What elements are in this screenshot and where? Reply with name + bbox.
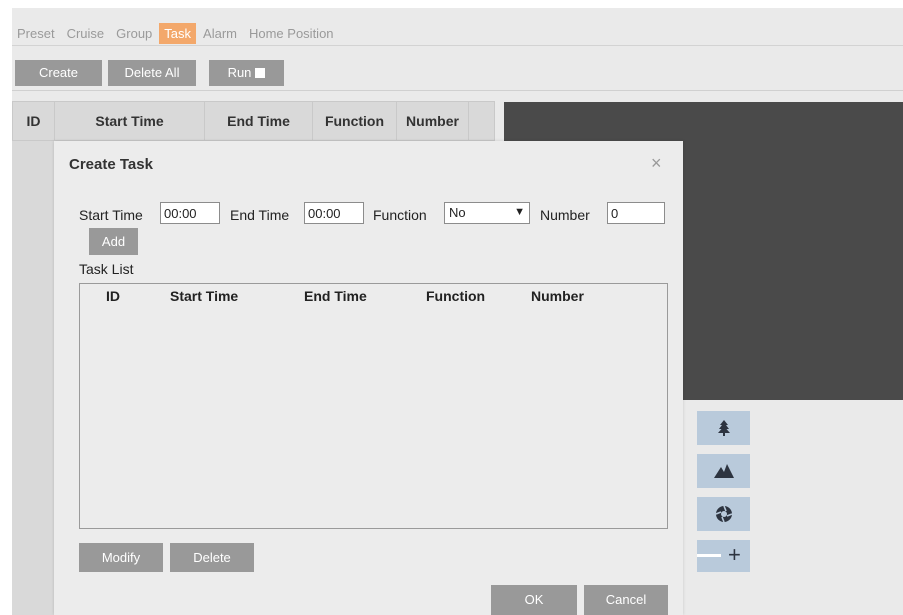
dialog-title: Create Task <box>69 156 153 173</box>
create-button[interactable]: Create <box>15 60 102 86</box>
column-header-end-time: End Time <box>205 102 313 140</box>
task-list-header-end-time: End Time <box>304 288 367 304</box>
delete-button[interactable]: Delete <box>170 543 254 572</box>
task-list-header-id: ID <box>106 288 120 304</box>
cancel-button[interactable]: Cancel <box>584 585 668 615</box>
start-time-label: Start Time <box>79 207 143 223</box>
number-input[interactable] <box>607 202 665 224</box>
number-label: Number <box>540 207 590 223</box>
task-list-header-number: Number <box>531 288 584 304</box>
toolbar-divider <box>12 90 903 91</box>
end-time-label: End Time <box>230 207 290 223</box>
task-list-header-function: Function <box>426 288 486 304</box>
start-time-input[interactable] <box>160 202 220 224</box>
tab-bar: Preset Cruise Group Task Alarm Home Posi… <box>12 21 341 45</box>
function-label: Function <box>373 207 427 223</box>
run-checkbox[interactable] <box>255 68 266 78</box>
ok-button[interactable]: OK <box>491 585 577 615</box>
mountain-icon <box>713 464 734 478</box>
ptz-tree-button[interactable] <box>697 411 750 445</box>
modify-button[interactable]: Modify <box>79 543 163 572</box>
create-task-dialog: Create Task × Start Time End Time Functi… <box>54 141 683 615</box>
chevron-down-icon: ▼ <box>514 206 525 218</box>
ptz-mountain-button[interactable] <box>697 454 750 488</box>
zoom-control: + <box>697 540 750 572</box>
task-table-body <box>12 141 55 615</box>
task-table-header: ID Start Time End Time Function Number <box>12 101 495 141</box>
tab-group[interactable]: Group <box>111 23 157 44</box>
column-header-start-time: Start Time <box>55 102 205 140</box>
column-header-function: Function <box>313 102 397 140</box>
ptz-aperture-button[interactable] <box>697 497 750 531</box>
column-header-number: Number <box>397 102 469 140</box>
task-list-label: Task List <box>79 261 134 277</box>
add-button[interactable]: Add <box>89 228 138 255</box>
tree-icon <box>717 420 730 436</box>
end-time-input[interactable] <box>304 202 364 224</box>
run-toggle[interactable]: Run <box>209 60 284 86</box>
tab-home-position[interactable]: Home Position <box>244 23 339 44</box>
task-list-table: ID Start Time End Time Function Number <box>79 283 668 529</box>
close-icon[interactable]: × <box>651 153 662 174</box>
function-select[interactable]: No ▼ <box>444 202 530 224</box>
delete-all-button[interactable]: Delete All <box>108 60 196 86</box>
function-selected-value: No <box>449 205 466 220</box>
zoom-in-icon[interactable]: + <box>728 542 741 568</box>
run-label: Run <box>227 65 252 80</box>
tab-preset[interactable]: Preset <box>12 23 60 44</box>
tab-divider <box>12 45 903 46</box>
tab-alarm[interactable]: Alarm <box>198 23 242 44</box>
aperture-icon <box>715 505 732 523</box>
zoom-slider[interactable] <box>697 554 721 557</box>
column-header-id: ID <box>13 102 55 140</box>
task-list-header-start-time: Start Time <box>170 288 239 304</box>
tab-task[interactable]: Task <box>159 22 197 44</box>
tab-cruise[interactable]: Cruise <box>62 23 110 44</box>
